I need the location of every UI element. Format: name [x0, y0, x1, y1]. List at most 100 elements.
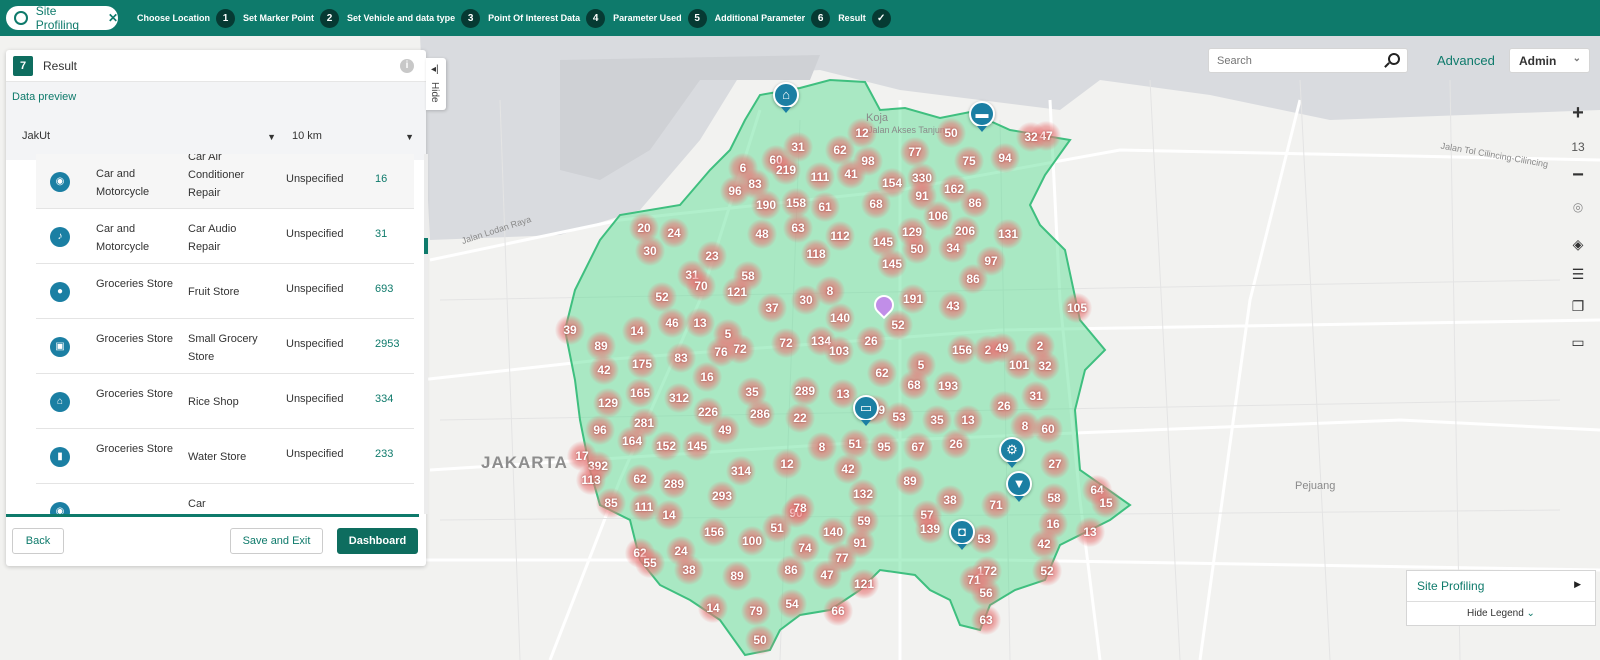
cluster-marker[interactable]: 145 — [682, 431, 712, 461]
cluster-marker[interactable]: 54 — [777, 589, 807, 619]
cluster-marker[interactable]: 94 — [990, 143, 1020, 173]
cluster-marker[interactable]: 50 — [902, 234, 932, 264]
sofa-poi-icon[interactable]: ▬ — [969, 101, 995, 132]
cluster-marker[interactable]: 14 — [622, 316, 652, 346]
cluster-marker[interactable]: 13 — [1075, 517, 1105, 547]
app-tab[interactable]: Site Profiling ✕ — [6, 4, 118, 32]
cluster-marker[interactable]: 68 — [861, 189, 891, 219]
cluster-marker[interactable]: 121 — [722, 277, 752, 307]
area-select[interactable]: JakUt ▼ — [22, 130, 276, 152]
cluster-marker[interactable]: 164 — [617, 426, 647, 456]
cluster-marker[interactable]: 131 — [993, 219, 1023, 249]
cluster-marker[interactable]: 61 — [810, 192, 840, 222]
zoom-out-icon[interactable]: − — [1564, 164, 1592, 187]
cluster-marker[interactable]: 14 — [654, 500, 684, 530]
cluster-marker[interactable]: 52 — [1032, 556, 1062, 586]
cluster-marker[interactable]: 105 — [1062, 293, 1092, 323]
table-scrollbar[interactable] — [424, 154, 428, 514]
locate-icon[interactable]: ◎ — [1564, 200, 1592, 214]
hide-legend-button[interactable]: Hide Legend ⌄ — [1407, 608, 1595, 619]
caret-right-icon[interactable]: ▶ — [1574, 579, 1581, 590]
cluster-marker[interactable]: 100 — [737, 526, 767, 556]
cluster-marker[interactable]: 15 — [1091, 488, 1121, 518]
cluster-marker[interactable]: 16 — [692, 362, 722, 392]
cluster-marker[interactable]: 50 — [745, 625, 775, 655]
cluster-marker[interactable]: 293 — [707, 481, 737, 511]
cluster-marker[interactable]: 96 — [585, 415, 615, 445]
cluster-marker[interactable]: 14 — [698, 593, 728, 623]
cluster-marker[interactable]: 175 — [627, 349, 657, 379]
layers-icon[interactable]: ◈ — [1564, 236, 1592, 253]
shirt-poi-icon[interactable]: ▼ — [1006, 471, 1032, 502]
cluster-marker[interactable]: 79 — [741, 596, 771, 626]
bank-poi-icon[interactable]: ⌂ — [773, 82, 799, 113]
back-button[interactable]: Back — [12, 528, 64, 554]
step-3[interactable]: Set Vehicle and data type 3 — [347, 8, 481, 28]
cluster-marker[interactable]: 26 — [941, 429, 971, 459]
cluster-marker[interactable]: 156 — [947, 335, 977, 365]
cluster-marker[interactable]: 42 — [1029, 529, 1059, 559]
cluster-marker[interactable]: 86 — [776, 555, 806, 585]
cluster-marker[interactable]: 27 — [1040, 449, 1070, 479]
cluster-marker[interactable]: 66 — [823, 596, 853, 626]
advanced-link[interactable]: Advanced — [1437, 53, 1495, 68]
copy-icon[interactable]: ❐ — [1564, 298, 1592, 315]
hide-panel-toggle[interactable]: ◂| Hide — [426, 58, 446, 110]
cluster-marker[interactable]: 190 — [751, 190, 781, 220]
sliders-icon[interactable]: ☰ — [1564, 266, 1592, 283]
cluster-marker[interactable]: 62 — [625, 464, 655, 494]
cluster-marker[interactable]: 30 — [791, 285, 821, 315]
table-row[interactable]: ⌂ Groceries Store Rice Shop Unspecified … — [36, 374, 414, 429]
radius-select[interactable]: 10 km ▼ — [292, 130, 414, 152]
table-row[interactable]: ◉ Car — [36, 484, 414, 514]
table-row[interactable]: ● Groceries Store Fruit Store Unspecifie… — [36, 264, 414, 319]
cluster-marker[interactable]: 32 — [1030, 351, 1060, 381]
cart-poi-icon[interactable]: ◘ — [949, 519, 975, 550]
cluster-marker[interactable]: 30 — [635, 236, 665, 266]
bed-poi-icon[interactable]: ▭ — [853, 395, 879, 426]
cluster-marker[interactable]: 31 — [1021, 381, 1051, 411]
cluster-marker[interactable]: 165 — [625, 378, 655, 408]
folder-icon[interactable]: ▭ — [1564, 334, 1592, 351]
cluster-marker[interactable]: 193 — [933, 371, 963, 401]
cluster-marker[interactable]: 8 — [807, 432, 837, 462]
cluster-marker[interactable]: 26 — [856, 326, 886, 356]
cluster-marker[interactable]: 70 — [686, 271, 716, 301]
cluster-marker[interactable]: 12 — [772, 449, 802, 479]
cluster-marker[interactable]: 95 — [869, 432, 899, 462]
table-row[interactable]: ▮ Groceries Store Water Store Unspecifie… — [36, 429, 414, 484]
cluster-marker[interactable]: 56 — [971, 578, 1001, 608]
table-row[interactable]: ◉ Car and Motorcycle Car Air Conditioner… — [36, 154, 414, 209]
cluster-marker[interactable]: 111 — [805, 162, 835, 192]
step-2[interactable]: Set Marker Point 2 — [243, 8, 340, 28]
cluster-marker[interactable]: 39 — [555, 315, 585, 345]
cluster-marker[interactable]: 68 — [899, 370, 929, 400]
cluster-marker[interactable]: 41 — [836, 159, 866, 189]
cluster-marker[interactable]: 34 — [938, 233, 968, 263]
step-4[interactable]: Point Of Interest Data 4 — [488, 8, 606, 28]
cluster-marker[interactable]: 50 — [936, 118, 966, 148]
dashboard-button[interactable]: Dashboard — [337, 528, 418, 554]
car-service-poi-icon[interactable]: ⚙ — [999, 437, 1025, 468]
cluster-marker[interactable]: 289 — [659, 469, 689, 499]
cluster-marker[interactable]: 83 — [666, 343, 696, 373]
cluster-marker[interactable]: 312 — [664, 383, 694, 413]
zoom-in-icon[interactable]: + — [1564, 102, 1592, 125]
info-icon[interactable]: i — [400, 59, 414, 73]
search-input[interactable] — [1209, 49, 1379, 72]
cluster-marker[interactable]: 156 — [699, 517, 729, 547]
search-icon[interactable] — [1388, 53, 1400, 65]
cluster-marker[interactable]: 47 — [812, 560, 842, 590]
step-result[interactable]: Result ✓ — [838, 8, 891, 28]
cluster-marker[interactable]: 46 — [657, 308, 687, 338]
cluster-marker[interactable]: 37 — [757, 293, 787, 323]
cluster-marker[interactable]: 60 — [1033, 414, 1063, 444]
save-and-exit-button[interactable]: Save and Exit — [230, 528, 323, 554]
cluster-marker[interactable]: 63 — [971, 605, 1001, 635]
cluster-marker[interactable]: 106 — [923, 201, 953, 231]
cluster-marker[interactable]: 42 — [589, 355, 619, 385]
cluster-marker[interactable]: 48 — [747, 219, 777, 249]
table-row[interactable]: ▣ Groceries Store Small Grocery Store Un… — [36, 319, 414, 374]
cluster-marker[interactable]: 86 — [960, 188, 990, 218]
step-1[interactable]: Choose Location 1 — [137, 8, 236, 28]
